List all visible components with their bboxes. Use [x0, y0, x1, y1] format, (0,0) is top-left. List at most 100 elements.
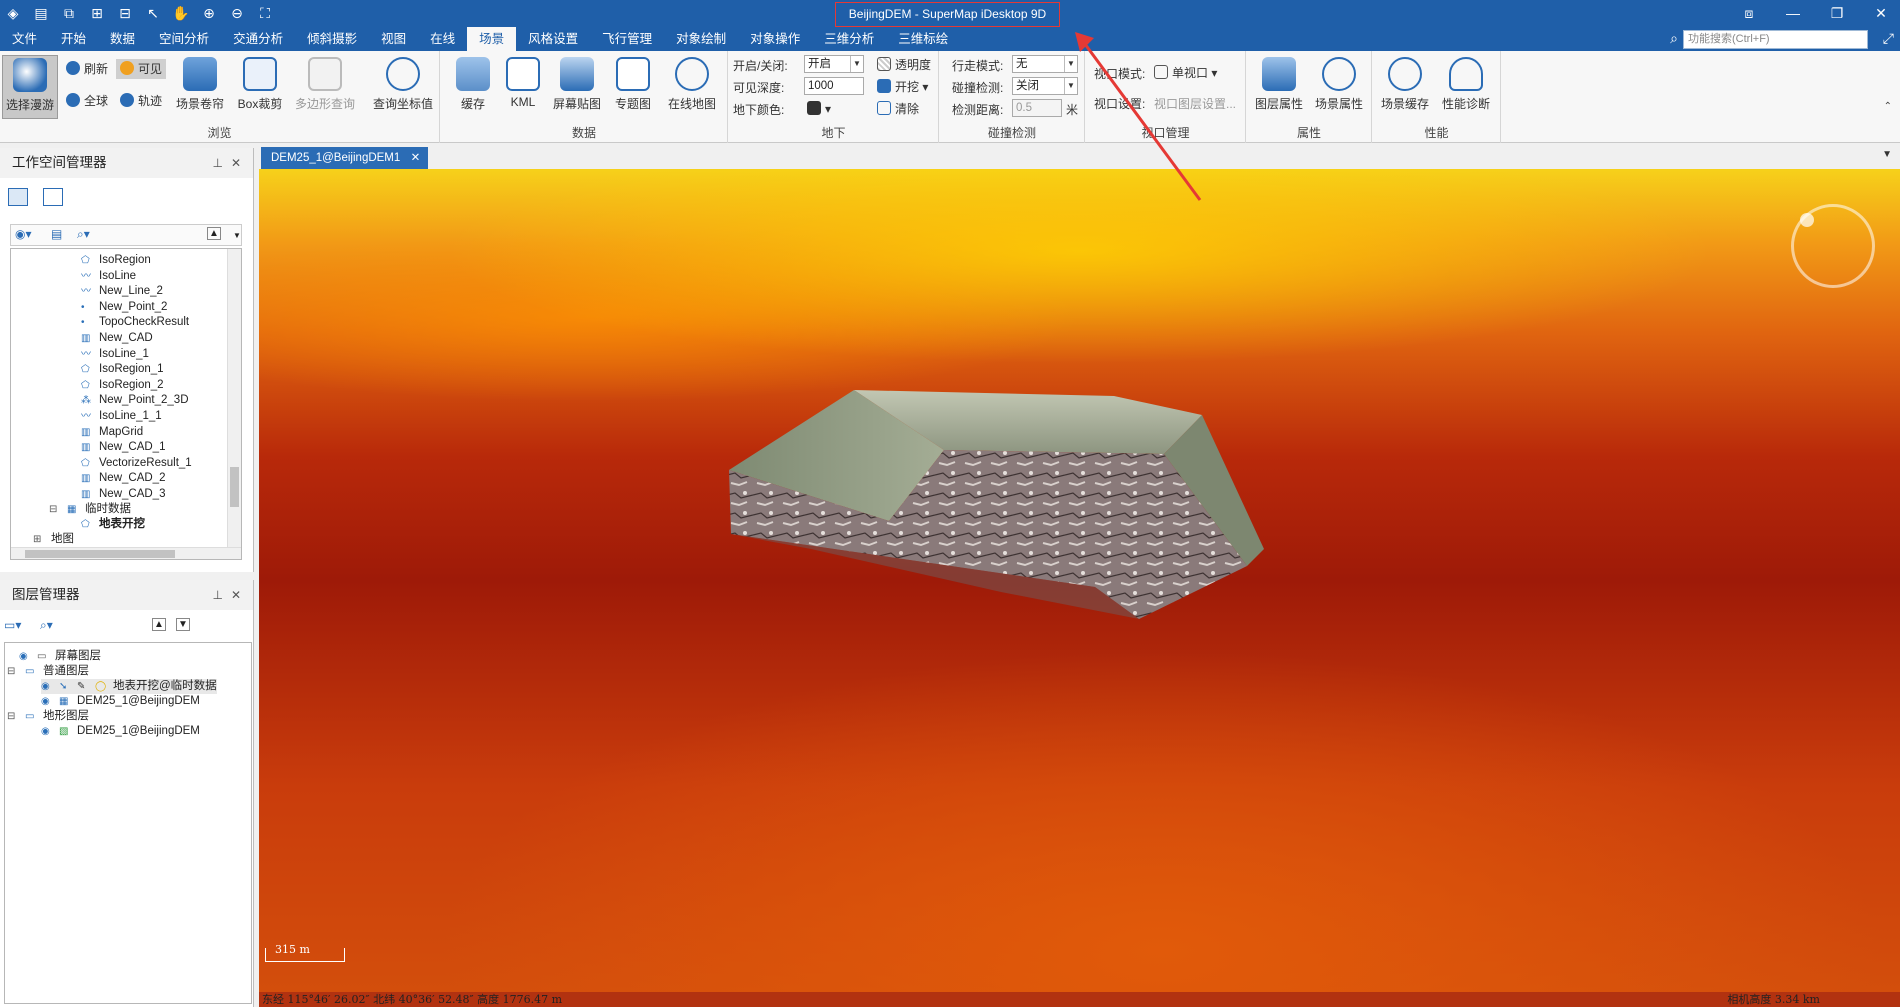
menu-tab[interactable]: 三维标绘 — [886, 27, 960, 51]
select-roam-button[interactable]: 选择漫游 — [2, 55, 58, 119]
menu-tab[interactable]: 倾斜摄影 — [295, 27, 369, 51]
dataset-node[interactable]: 〰 IsoLine_1_1 — [81, 409, 162, 424]
dataset-node[interactable]: ▥ New_CAD — [81, 331, 153, 346]
dataset-node[interactable]: ▥ New_CAD_2 — [81, 471, 165, 486]
layer-properties-button[interactable]: 图层属性 — [1249, 55, 1309, 112]
cache-button[interactable]: 缓存 — [445, 55, 501, 112]
screen-paste-button[interactable]: 屏幕贴图 — [545, 55, 609, 112]
menu-tab[interactable]: 开始 — [49, 27, 98, 51]
workspace-tree-icon[interactable] — [8, 188, 28, 206]
color-picker-button[interactable]: ▾ — [807, 99, 831, 119]
transparency-button[interactable]: 透明度 — [877, 55, 931, 75]
terrain-layer-group[interactable]: ⊟ ▭ 地形图层 — [7, 709, 89, 724]
pin-icon[interactable]: ⊥ — [213, 148, 223, 178]
dataset-node[interactable]: ⬠ VectorizeResult_1 — [81, 456, 192, 471]
collapse-up-icon[interactable]: ▲ — [207, 227, 221, 240]
performance-diagnose-button[interactable]: 性能诊断 — [1435, 55, 1497, 112]
dataset-node[interactable]: • New_Point_2 — [81, 300, 167, 315]
dataset-node[interactable]: ▥ New_CAD_1 — [81, 440, 165, 455]
pan-hand-icon[interactable]: ✋ — [172, 4, 190, 22]
dataset-node[interactable]: ⬠ IsoRegion_2 — [81, 378, 164, 393]
zoom-out-icon[interactable]: ⊖ — [228, 4, 246, 22]
add-layer-icon[interactable]: ▭▾ — [4, 618, 21, 632]
menu-tab[interactable]: 空间分析 — [147, 27, 221, 51]
menu-tab[interactable]: 对象绘制 — [664, 27, 738, 51]
visible-button[interactable]: 可见 — [116, 59, 167, 79]
dataset-node[interactable]: 〰 New_Line_2 — [81, 284, 163, 299]
view-options-icon[interactable]: ◉▾ — [15, 227, 32, 241]
menu-tab[interactable]: 飞行管理 — [590, 27, 664, 51]
scene-viewport[interactable]: 315 m — [259, 169, 1900, 992]
scene-cache-button[interactable]: 场景缓存 — [1375, 55, 1435, 112]
track-button[interactable]: 轨迹 — [120, 91, 162, 111]
menu-tab[interactable]: 数据 — [98, 27, 147, 51]
refresh-button[interactable]: 刷新 — [66, 59, 108, 79]
dataset-node[interactable]: ⁂ New_Point_2_3D — [81, 393, 189, 408]
document-icon[interactable]: ▤ — [51, 227, 62, 241]
menu-tab[interactable]: 视图 — [369, 27, 418, 51]
workspace-horizontal-scrollbar[interactable] — [11, 547, 241, 559]
menu-tab[interactable]: 对象操作 — [738, 27, 812, 51]
pointer-icon[interactable]: ↖ — [144, 4, 162, 22]
clear-button[interactable]: 清除 — [877, 99, 919, 119]
save-icon[interactable]: ▤ — [32, 4, 50, 22]
eye-icon[interactable]: ◉ — [41, 679, 53, 692]
workspace-resource-icon[interactable] — [43, 188, 64, 206]
select-arrow-icon[interactable]: ➘ — [59, 679, 71, 692]
dataset-node[interactable]: 〰 IsoLine_1 — [81, 347, 149, 362]
on-off-select[interactable]: 开启 ▼ — [804, 55, 864, 73]
navigation-compass[interactable] — [1791, 204, 1875, 288]
distance-input[interactable]: 0.5 — [1012, 99, 1062, 117]
minimize-icon[interactable]: — — [1780, 3, 1806, 23]
menu-tab[interactable]: 交通分析 — [221, 27, 295, 51]
visible-depth-input[interactable]: 1000 — [804, 77, 864, 95]
move-down-icon[interactable]: ▼ — [176, 618, 190, 631]
scene-properties-button[interactable]: 场景属性 — [1309, 55, 1369, 112]
function-search-input[interactable]: 功能搜索(Ctrl+F) — [1683, 30, 1868, 49]
dock-icon[interactable]: ⊟ — [116, 4, 134, 22]
toolbar-more-icon[interactable]: ▼ — [233, 231, 241, 240]
workspace-vertical-scrollbar[interactable] — [227, 249, 241, 547]
new-window-icon[interactable]: ⧉ — [60, 4, 78, 22]
fullscreen-icon[interactable]: ⤢ — [1883, 30, 1894, 47]
walk-mode-select[interactable]: 无 ▼ — [1012, 55, 1078, 73]
open-icon[interactable]: ⊞ — [88, 4, 106, 22]
scroll-thumb[interactable] — [230, 467, 239, 507]
search-layer-icon[interactable]: ⌕▾ — [40, 618, 53, 633]
collapse-ribbon-icon[interactable]: ⌃ — [1884, 101, 1892, 112]
ribbon-toggle-icon[interactable]: ⧈ — [1736, 3, 1762, 23]
app-logo-icon[interactable]: ◈ — [4, 4, 22, 22]
eye-icon[interactable]: ◉ — [41, 694, 53, 707]
close-window-icon[interactable]: ✕ — [1868, 3, 1894, 23]
screen-layer-node[interactable]: ◉ ▭ 屏幕图层 — [19, 649, 101, 664]
full-extent-icon[interactable]: ⛶ — [256, 4, 274, 22]
dataset-node[interactable]: ▥ New_CAD_3 — [81, 487, 165, 502]
search-icon[interactable]: ⌕ — [1670, 30, 1678, 47]
close-pane-icon[interactable]: ✕ — [231, 580, 241, 610]
dataset-node[interactable]: • TopoCheckResult — [81, 315, 189, 330]
normal-layer-group[interactable]: ⊟ ▭ 普通图层 — [7, 664, 89, 679]
eye-icon[interactable]: ◉ — [19, 649, 31, 662]
scene-shutter-button[interactable]: 场景卷帘 — [172, 55, 228, 112]
thematic-map-button[interactable]: 专题图 — [605, 55, 661, 112]
dem-terrain-layer-node[interactable]: ◉ ▧ DEM25_1@BeijingDEM — [41, 724, 200, 739]
collision-select[interactable]: 关闭 ▼ — [1012, 77, 1078, 95]
search-tree-icon[interactable]: ⌕▾ — [77, 227, 90, 242]
menu-tab[interactable]: 风格设置 — [516, 27, 590, 51]
dataset-node[interactable]: ▥ MapGrid — [81, 425, 143, 440]
full-globe-button[interactable]: 全球 — [66, 91, 108, 111]
excavate-button[interactable]: 开挖 ▾ — [877, 77, 928, 97]
menu-tab[interactable]: 场景 — [467, 27, 517, 51]
query-coordinate-button[interactable]: 查询坐标值 — [370, 55, 436, 112]
surface-excavation-node[interactable]: ⬠ 地表开挖 — [81, 517, 145, 532]
restore-icon[interactable]: ❐ — [1824, 3, 1850, 23]
eye-icon[interactable]: ◉ — [41, 724, 53, 737]
dataset-node[interactable]: ⬠ IsoRegion — [81, 253, 151, 268]
north-indicator-icon[interactable] — [1800, 213, 1814, 227]
box-clip-button[interactable]: Box裁剪 — [232, 55, 288, 112]
temp-data-node[interactable]: ⊟ ▦ 临时数据 — [49, 502, 131, 517]
online-map-button[interactable]: 在线地图 — [661, 55, 723, 112]
tab-list-dropdown-icon[interactable]: ▼ — [1882, 149, 1892, 160]
document-tab-dem[interactable]: DEM25_1@BeijingDEM1 ✕ — [261, 147, 429, 169]
snap-icon[interactable]: ◯ — [95, 679, 107, 692]
